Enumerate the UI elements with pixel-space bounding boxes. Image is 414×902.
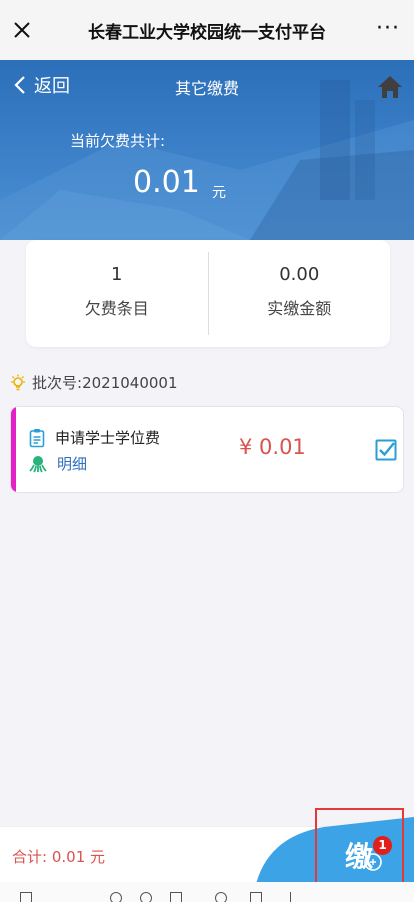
owe-unit: 元	[212, 185, 226, 201]
item-name-row: 申请学士学位费	[29, 427, 160, 448]
batch-label: 批次号:	[32, 374, 83, 392]
owe-label: 当前欠费共计:	[70, 132, 166, 150]
toolbar-icon-6[interactable]	[250, 892, 262, 902]
fee-item-price: ¥ 0.01	[239, 435, 306, 459]
checkbox-icon[interactable]	[375, 439, 397, 461]
squid-icon	[29, 455, 47, 473]
app-topbar: 长春工业大学校园统一支付平台 ···	[0, 0, 414, 60]
batch-value: 2021040001	[82, 373, 178, 392]
count-value: 1	[111, 264, 123, 285]
stats-card: 1 欠费条目 0.00 实缴金额	[26, 240, 390, 347]
detail-link[interactable]: 明细	[57, 453, 87, 474]
fee-item-card[interactable]: 申请学士学位费 明细 ¥ 0.01	[10, 406, 404, 493]
clipboard-icon	[29, 428, 45, 447]
nav-bar: 返回 其它缴费	[0, 72, 414, 102]
stat-paid: 0.00 实缴金额	[209, 240, 391, 347]
more-icon[interactable]: ···	[376, 18, 400, 40]
browser-toolbar	[0, 882, 414, 902]
batch-row: 批次号: 2021040001	[10, 372, 178, 393]
paid-value: 0.00	[279, 264, 320, 285]
hero-banner: 返回 其它缴费 当前欠费共计: 0.01 元	[0, 60, 414, 240]
item-accent-strip	[11, 407, 16, 492]
item-detail-row[interactable]: 明细	[29, 453, 87, 474]
home-icon[interactable]	[376, 74, 404, 100]
toolbar-icon-2[interactable]	[110, 892, 122, 902]
total-value: 0.01 元	[51, 848, 106, 866]
toolbar-icon-3[interactable]	[140, 892, 152, 902]
bulb-icon	[11, 374, 25, 390]
highlight-box	[315, 808, 404, 884]
app-title: 长春工业大学校园统一支付平台	[88, 22, 326, 43]
total-row: 合计: 0.01 元	[12, 846, 105, 867]
page-title: 其它缴费	[174, 79, 239, 98]
total-label: 合计:	[12, 848, 48, 866]
owe-amount: 0.01	[133, 165, 200, 200]
count-label: 欠费条目	[84, 299, 149, 318]
stat-count: 1 欠费条目	[26, 240, 208, 347]
toolbar-icon-7[interactable]	[290, 892, 302, 902]
toolbar-icon-4[interactable]	[170, 892, 182, 902]
toolbar-icon-1[interactable]	[20, 892, 32, 902]
toolbar-icon-5[interactable]	[215, 892, 227, 902]
paid-label: 实缴金额	[267, 299, 332, 318]
fee-item-name: 申请学士学位费	[55, 429, 161, 447]
